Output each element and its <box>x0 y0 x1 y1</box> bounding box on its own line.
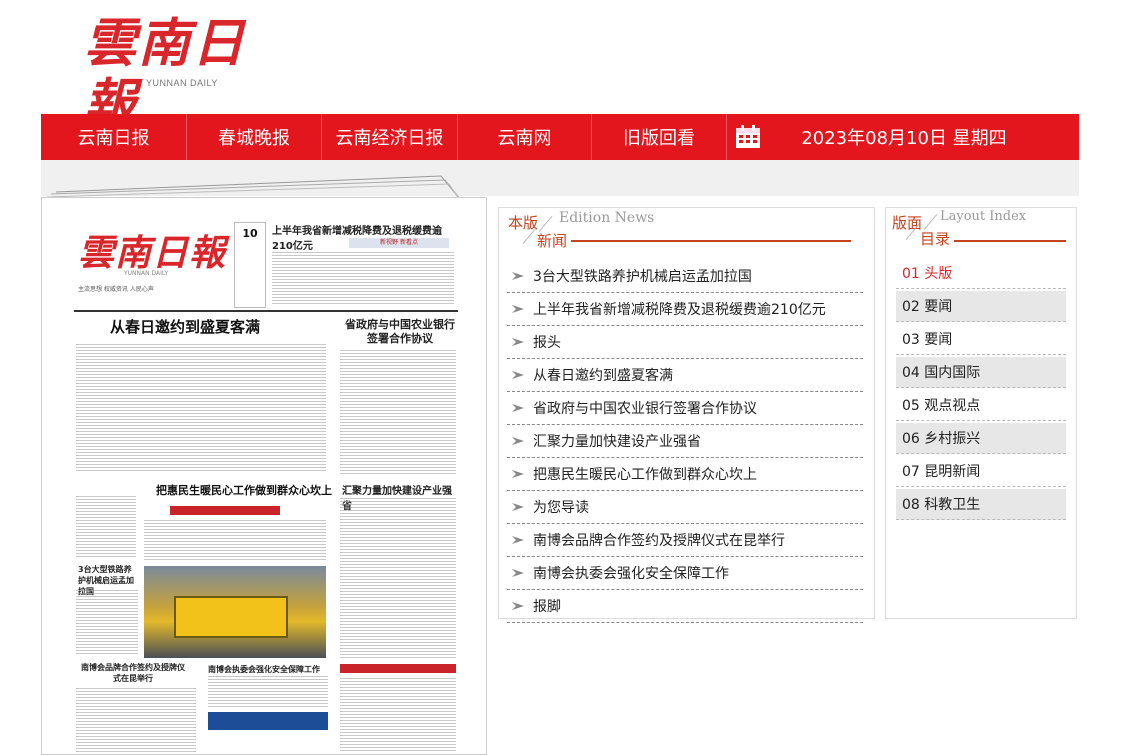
layout-title-cn-1: 版面 <box>892 214 923 232</box>
top-nav: 云南日报 春城晚报 云南经济日报 云南网 旧版回看 2023年08月10日 星期… <box>41 114 1079 160</box>
arrow-right-icon <box>512 272 524 280</box>
list-item[interactable]: 3台大型铁路养护机械启运孟加拉国 <box>507 260 863 293</box>
layout-title-cn-2: 目录 <box>920 230 951 248</box>
news-title: 上半年我省新增减税降费及退税缓费逾210亿元 <box>533 302 826 318</box>
calendar-icon[interactable] <box>727 114 769 160</box>
list-item[interactable]: 把惠民生暖民心工作做到群众心坎上 <box>507 458 863 491</box>
arrow-right-icon <box>512 470 524 478</box>
paper-train-photo <box>144 566 326 658</box>
paper-logo-english: YUNNAN DAILY <box>124 270 169 277</box>
layout-item-08[interactable]: 08 科教卫生 <box>896 489 1066 520</box>
paper-headline-2[interactable]: 把惠民生暖民心工作做到群众心坎上 <box>156 482 332 498</box>
news-title: 省政府与中国农业银行签署合作协议 <box>533 401 757 417</box>
paper-headline-1[interactable]: 从春日邀约到盛夏客满 <box>110 316 260 337</box>
news-title: 报脚 <box>533 599 561 615</box>
list-item[interactable]: 南博会执委会强化安全保障工作 <box>507 557 863 590</box>
header-underline <box>954 240 1066 242</box>
news-title: 把惠民生暖民心工作做到群众心坎上 <box>533 467 757 483</box>
paper-date-number: 10 <box>242 227 258 240</box>
nav-item-yunnan-net[interactable]: 云南网 <box>458 114 592 160</box>
layout-item-05[interactable]: 05 观点视点 <box>896 390 1066 421</box>
arrow-right-icon <box>512 305 524 313</box>
news-title: 报头 <box>533 335 561 351</box>
edition-title-en: Edition News <box>559 210 655 226</box>
edition-news-list: 3台大型铁路养护机械启运孟加拉国 上半年我省新增减税降费及退税缓费逾210亿元 … <box>507 260 863 623</box>
list-item[interactable]: 为您导读 <box>507 491 863 524</box>
paper-text-block <box>144 520 326 562</box>
current-date: 2023年08月10日 星期四 <box>801 128 1007 149</box>
paper-date-box: 10 <box>234 222 266 308</box>
edition-title-cn-2: 新闻 <box>537 232 568 250</box>
paper-text-block <box>76 688 196 752</box>
news-title: 从春日邀约到盛夏客满 <box>533 368 673 384</box>
arrow-right-icon <box>512 371 524 379</box>
arrow-right-icon <box>512 602 524 610</box>
paper-text-block <box>340 498 456 658</box>
arrow-right-icon <box>512 536 524 544</box>
edition-news-panel: 本版 Edition News 新闻 3台大型铁路养护机械启运孟加拉国 上半年我… <box>498 207 875 623</box>
list-item[interactable]: 报脚 <box>507 590 863 623</box>
nav-item-yunnan-daily[interactable]: 云南日报 <box>41 114 187 160</box>
paper-text-block <box>76 344 326 472</box>
site-logo[interactable]: 雲南日報 YUNNAN DAILY <box>84 14 284 134</box>
paper-expo-ad <box>208 712 328 730</box>
paper-text-block <box>340 350 456 474</box>
paper-headline-4[interactable]: 南博会品牌合作签约及授牌仪式在昆举行 <box>78 662 188 684</box>
layout-index-panel: 版面 Layout Index 目录 01 头版 02 要闻 03 要闻 04 … <box>885 207 1077 619</box>
paper-text-block <box>76 590 138 656</box>
logo-english: YUNNAN DAILY <box>146 78 218 88</box>
paper-text-block <box>340 678 456 752</box>
nav-item-old-version[interactable]: 旧版回看 <box>592 114 727 160</box>
nav-item-chuncheng-evening[interactable]: 春城晚报 <box>187 114 322 160</box>
list-item[interactable]: 汇聚力量加快建设产业强省 <box>507 425 863 458</box>
news-title: 为您导读 <box>533 500 589 516</box>
layout-item-03[interactable]: 03 要闻 <box>896 324 1066 355</box>
news-title: 3台大型铁路养护机械启运孟加拉国 <box>533 269 752 285</box>
layout-item-04[interactable]: 04 国内国际 <box>896 357 1066 388</box>
paper-text-block <box>76 496 136 558</box>
paper-tagline: 主流思想 权威资讯 人民心声 <box>78 286 154 293</box>
news-title: 南博会执委会强化安全保障工作 <box>533 566 729 582</box>
list-item[interactable]: 省政府与中国农业银行签署合作协议 <box>507 392 863 425</box>
nav-item-yunnan-economic-daily[interactable]: 云南经济日报 <box>322 114 458 160</box>
arrow-right-icon <box>512 338 524 346</box>
newspaper-page-thumbnail[interactable]: 雲南日報 YUNNAN DAILY 主流思想 权威资讯 人民心声 10 上半年我… <box>41 197 487 755</box>
arrow-right-icon <box>512 404 524 412</box>
list-item[interactable]: 南博会品牌合作签约及授牌仪式在昆举行 <box>507 524 863 557</box>
layout-item-01[interactable]: 01 头版 <box>896 258 1066 289</box>
paper-rule <box>74 310 458 312</box>
arrow-right-icon <box>512 437 524 445</box>
layout-index-list: 01 头版 02 要闻 03 要闻 04 国内国际 05 观点视点 06 乡村振… <box>896 258 1066 522</box>
header-underline <box>571 240 851 242</box>
paper-red-banner <box>170 506 280 515</box>
list-item[interactable]: 从春日邀约到盛夏客满 <box>507 359 863 392</box>
news-title: 汇聚力量加快建设产业强省 <box>533 434 701 450</box>
paper-guide-banner <box>340 664 456 673</box>
paper-logo: 雲南日報 <box>78 232 227 274</box>
list-item[interactable]: 上半年我省新增减税降费及退税缓费逾210亿元 <box>507 293 863 326</box>
arrow-right-icon <box>512 503 524 511</box>
layout-item-06[interactable]: 06 乡村振兴 <box>896 423 1066 454</box>
paper-text-block <box>272 252 454 304</box>
paper-red-label: 新视野 新看点 <box>349 238 449 248</box>
news-title: 南博会品牌合作签约及授牌仪式在昆举行 <box>533 533 785 549</box>
paper-headline-1b[interactable]: 省政府与中国农业银行签署合作协议 <box>340 318 460 346</box>
paper-text-block <box>208 676 328 708</box>
paper-headline-4b[interactable]: 南博会执委会强化安全保障工作 <box>208 664 320 675</box>
layout-item-02[interactable]: 02 要闻 <box>896 291 1066 322</box>
layout-title-en: Layout Index <box>940 209 1027 224</box>
list-item[interactable]: 报头 <box>507 326 863 359</box>
layout-item-07[interactable]: 07 昆明新闻 <box>896 456 1066 487</box>
arrow-right-icon <box>512 569 524 577</box>
